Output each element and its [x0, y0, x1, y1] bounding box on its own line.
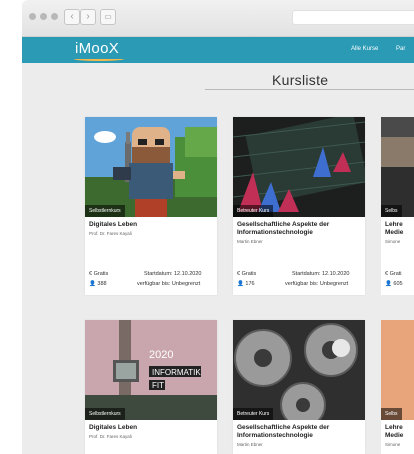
course-title[interactable]: Lehre Medie — [385, 221, 409, 237]
window-minimize-dot[interactable] — [40, 13, 47, 20]
nav-all-courses[interactable]: Alle Kurse — [351, 46, 378, 52]
course-availability: verfügbar bis: Unbegrenzt — [137, 281, 201, 287]
course-start-date: Startdatum: 12.10.2020 — [292, 271, 350, 277]
logo-swoosh — [74, 57, 124, 61]
price-row: € Grati — [385, 271, 402, 277]
price-row: € Gratis — [237, 271, 256, 277]
browser-toolbar: ‹ › ▭ — [22, 0, 414, 37]
course-title[interactable]: Gesellschaftliche Aspekte der Informatio… — [237, 424, 361, 440]
image-year-text: 2020 — [149, 349, 173, 361]
course-title[interactable]: Gesellschaftliche Aspekte der Informatio… — [237, 221, 361, 237]
course-type-badge: Betreuter Kurs — [233, 408, 274, 420]
course-author: Prof. Dr. Fares Kayali — [89, 231, 132, 236]
course-availability: verfügbar bis: Unbegrenzt — [285, 281, 349, 287]
course-card[interactable]: Betreuter Kurs Gesellschaftliche Aspekte… — [233, 320, 365, 454]
course-enrolled-count: 605 — [393, 281, 403, 287]
course-price: Gratis — [241, 271, 257, 277]
enrolled-row: 👤 605 — [385, 281, 403, 287]
course-card[interactable]: 2020 INFORMATIK FIT Selbstlernkurs Digit… — [85, 320, 217, 454]
window-close-dot[interactable] — [29, 13, 36, 20]
sidebar-toggle-icon[interactable]: ▭ — [100, 9, 116, 25]
course-author: Simone — [385, 442, 401, 447]
course-price: Gratis — [93, 271, 109, 277]
window-maximize-dot[interactable] — [51, 13, 58, 20]
course-title[interactable]: Digitales Leben — [89, 221, 213, 229]
course-author: Martin Ebner — [237, 442, 263, 447]
page-title: Kursliste — [272, 72, 329, 88]
course-image: 2020 INFORMATIK FIT Selbstlernkurs — [85, 320, 217, 420]
course-card[interactable]: Betreuter Kurs Gesellschaftliche Aspekte… — [233, 117, 365, 295]
course-image: Selbs — [381, 117, 414, 217]
course-image: Betreuter Kurs — [233, 117, 365, 217]
course-title[interactable]: Lehre Medie — [385, 424, 409, 440]
course-type-badge: Betreuter Kurs — [233, 205, 274, 217]
enrolled-row: 👤 388 — [89, 281, 107, 287]
course-start-date: Startdatum: 12.10.2020 — [144, 271, 202, 277]
course-enrolled-count: 176 — [245, 281, 255, 287]
title-divider — [205, 89, 414, 90]
course-card[interactable]: Selbs Lehre Medie Simone € Grati 👤 605 — [381, 117, 414, 295]
enrolled-row: 👤 176 — [237, 281, 255, 287]
course-image: Betreuter Kurs — [233, 320, 365, 420]
course-title[interactable]: Digitales Leben — [89, 424, 213, 432]
nav-partners[interactable]: Par — [396, 46, 405, 52]
image-fit-text: FIT — [152, 381, 164, 390]
course-type-badge: Selbs — [381, 408, 402, 420]
site-logo[interactable]: iMooX — [75, 40, 119, 57]
course-price: Grati — [389, 271, 402, 277]
course-type-badge: Selbstlernkurs — [85, 408, 125, 420]
back-icon[interactable]: ‹ — [64, 9, 80, 25]
course-image: Selbs — [381, 320, 414, 420]
image-subject-text: INFORMATIK — [152, 368, 201, 377]
course-enrolled-count: 388 — [97, 281, 107, 287]
course-author: Prof. Dr. Fares Kayali — [89, 434, 132, 439]
course-type-badge: Selbstlernkurs — [85, 205, 125, 217]
course-card[interactable]: Selbstlernkurs Digitales Leben Prof. Dr.… — [85, 117, 217, 295]
course-author: Simone — [385, 239, 401, 244]
site-header: iMooX Alle Kurse Par — [22, 37, 414, 63]
address-bar[interactable] — [292, 10, 414, 25]
course-card[interactable]: Selbs Lehre Medie Simone — [381, 320, 414, 454]
course-author: Martin Ebner — [237, 239, 263, 244]
forward-icon[interactable]: › — [80, 9, 96, 25]
course-image: Selbstlernkurs — [85, 117, 217, 217]
price-row: € Gratis — [89, 271, 108, 277]
course-type-badge: Selbs — [381, 205, 402, 217]
